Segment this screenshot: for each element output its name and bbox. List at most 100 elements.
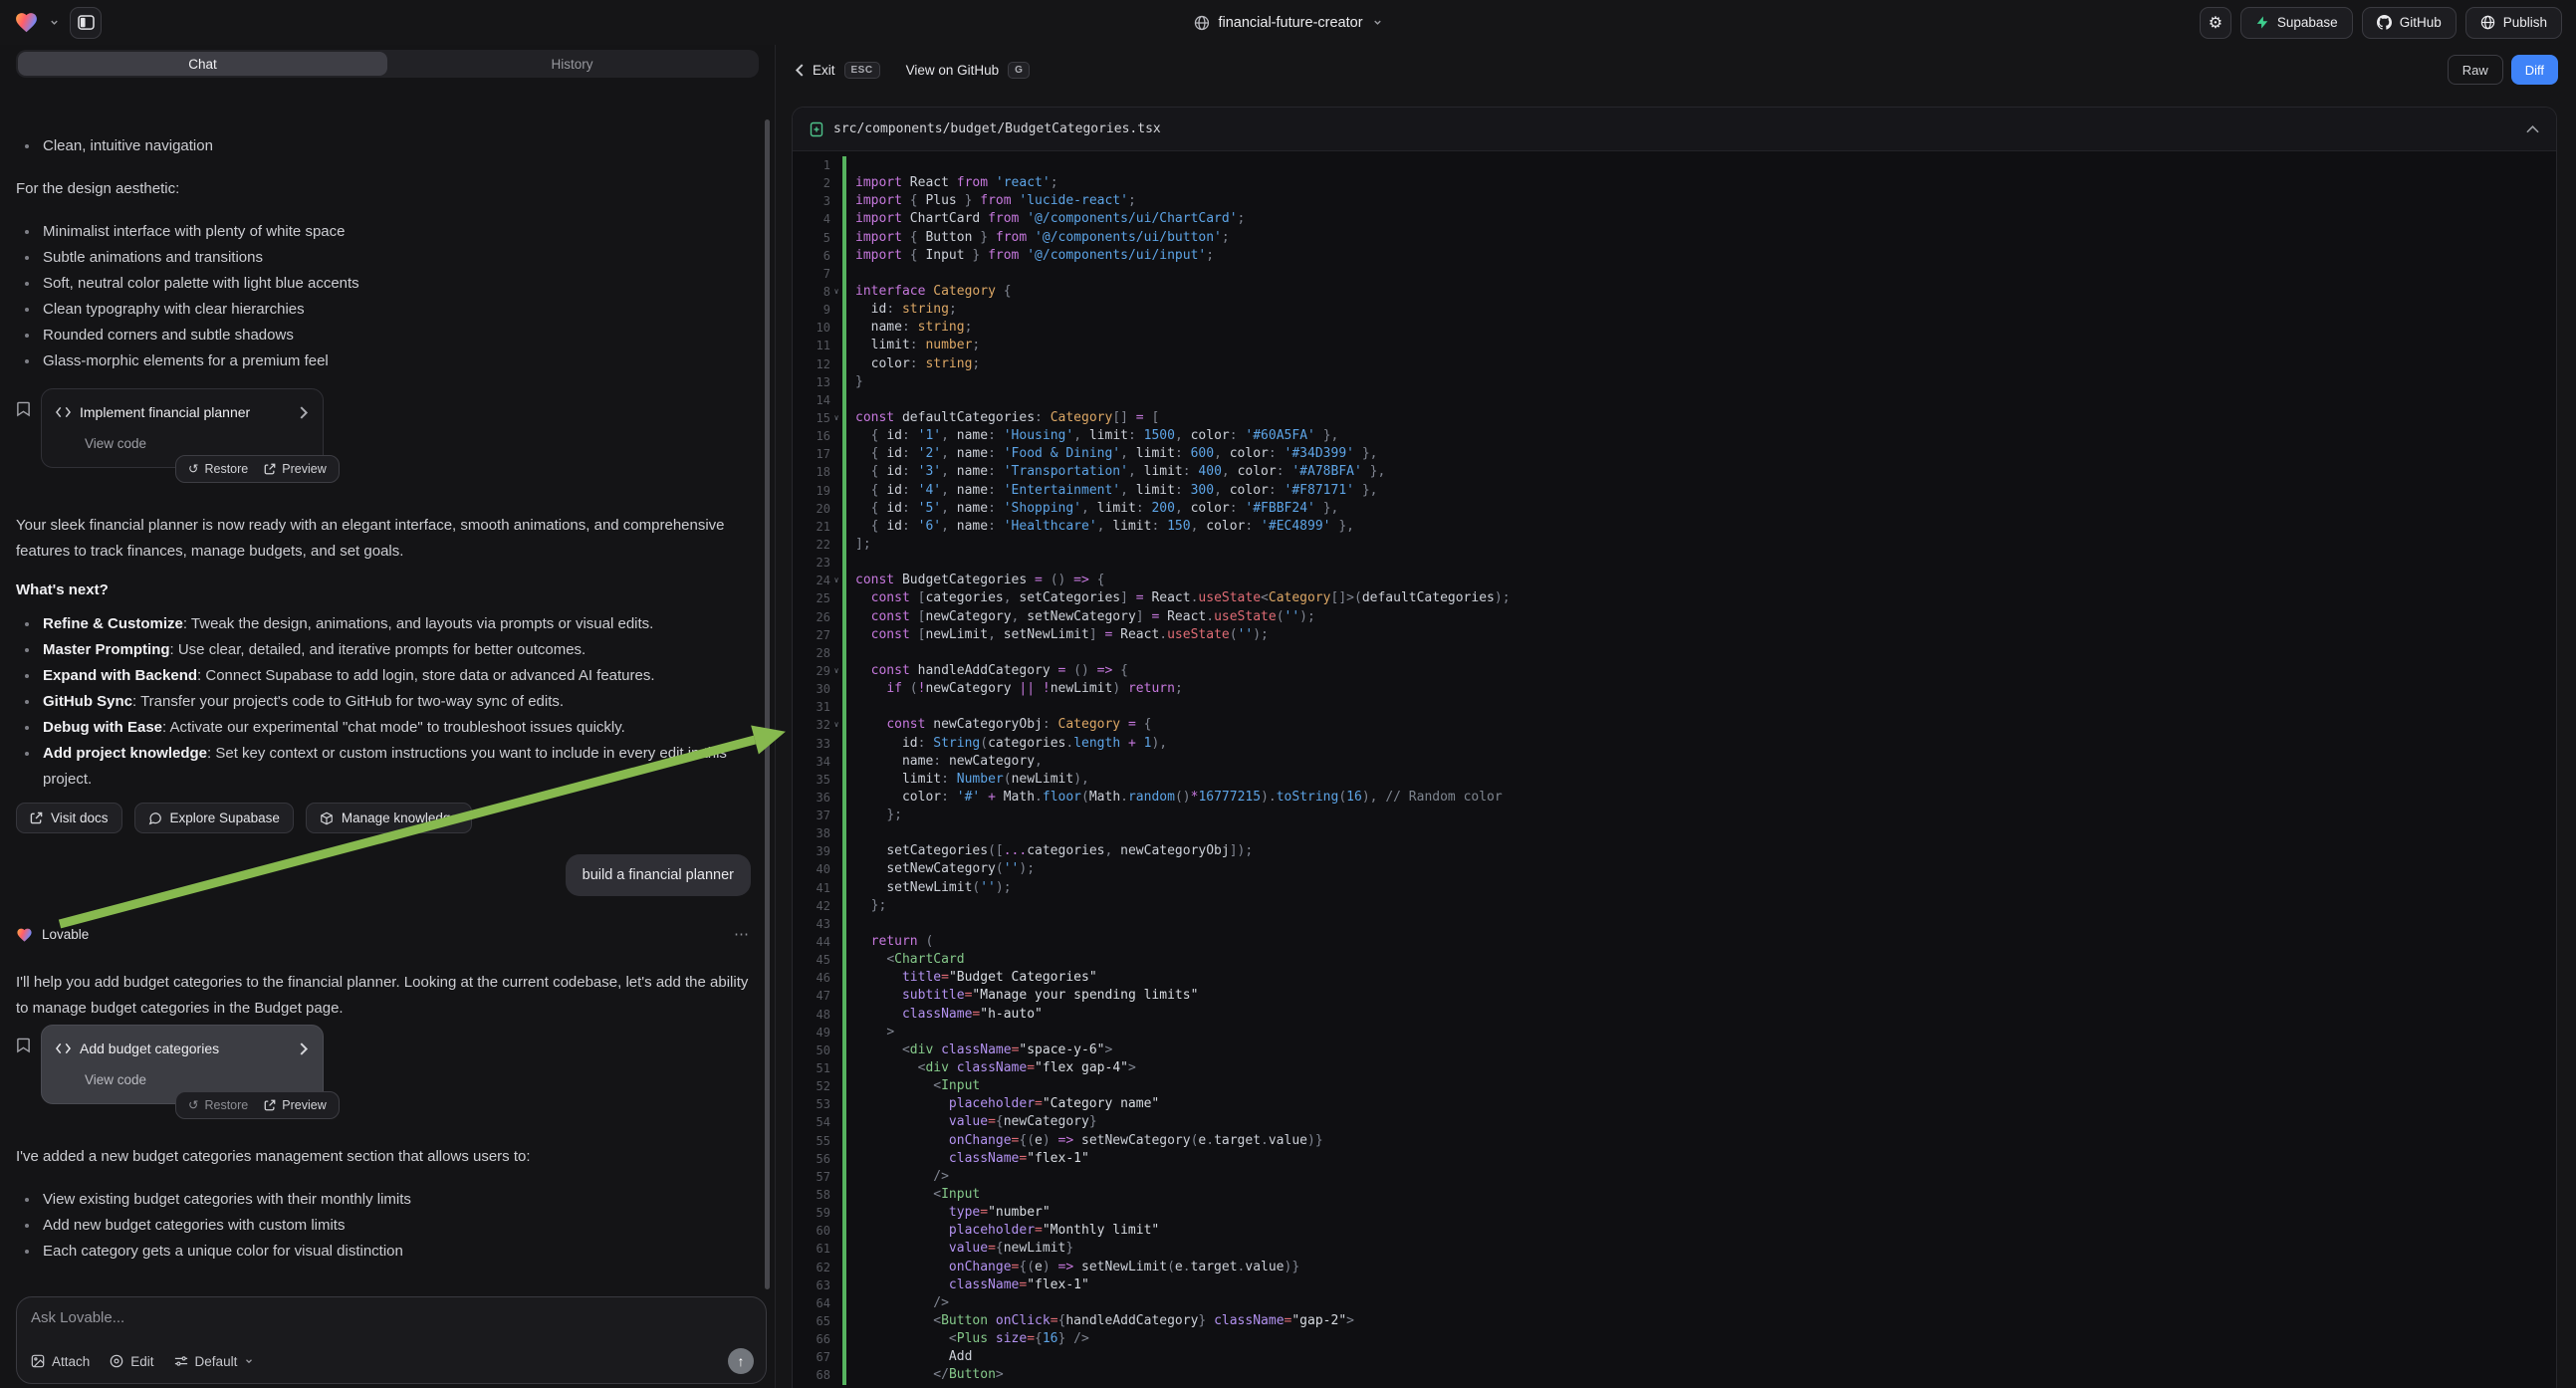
code-view-panel: Exit ESC View on GitHub G Raw Diff src/c… bbox=[777, 45, 2576, 1388]
manage-knowledge-button[interactable]: Manage knowledge bbox=[306, 803, 472, 833]
publish-globe-icon bbox=[2480, 15, 2495, 30]
list-item: Add new budget categories with custom li… bbox=[16, 1213, 751, 1239]
target-icon bbox=[110, 1354, 123, 1368]
list-item: Minimalist interface with plenty of whit… bbox=[16, 219, 751, 245]
code-line: 20 { id: '5', name: 'Shopping', limit: 2… bbox=[793, 500, 2556, 518]
project-chevron-icon bbox=[1372, 17, 1383, 28]
toggle-sidebar-button[interactable] bbox=[70, 7, 102, 39]
publish-button[interactable]: Publish bbox=[2465, 7, 2562, 39]
exit-button[interactable]: Exit ESC bbox=[795, 62, 880, 79]
edit-card-implement-financial-planner[interactable]: Implement financial planner View code ↺ … bbox=[41, 388, 324, 468]
code-line: 31 bbox=[793, 698, 2556, 716]
code-line: 34 name: newCategory, bbox=[793, 753, 2556, 771]
chat-scroll-area[interactable]: Clean, intuitive navigation For the desi… bbox=[0, 122, 775, 1296]
code-line: 1 bbox=[793, 156, 2556, 174]
code-line: 51 <div className="flex gap-4"> bbox=[793, 1059, 2556, 1077]
view-code-link[interactable]: View code bbox=[85, 431, 309, 457]
code-line: 12 color: string; bbox=[793, 355, 2556, 373]
added-summary: I've added a new budget categories manag… bbox=[16, 1144, 751, 1170]
tab-chat[interactable]: Chat bbox=[18, 52, 387, 76]
list-item: Soft, neutral color palette with light b… bbox=[16, 271, 751, 297]
code-line: 32∨ const newCategoryObj: Category = { bbox=[793, 716, 2556, 734]
quick-actions-row: Visit docs Explore Supabase Manage knowl… bbox=[16, 803, 751, 833]
list-item: View existing budget categories with the… bbox=[16, 1187, 751, 1213]
lovable-logo-icon[interactable] bbox=[14, 11, 39, 34]
github-button[interactable]: GitHub bbox=[2362, 7, 2457, 39]
image-icon bbox=[31, 1354, 45, 1368]
code-line: 29∨ const handleAddCategory = () => { bbox=[793, 662, 2556, 680]
explore-supabase-button[interactable]: Explore Supabase bbox=[134, 803, 294, 833]
code-line: 25 const [categories, setCategories] = R… bbox=[793, 589, 2556, 607]
next-step-item: Refine & Customize: Tweak the design, an… bbox=[16, 611, 751, 637]
lovable-app: financial-future-creator ⚙ Supabase GitH… bbox=[0, 0, 2576, 1388]
code-line: 63 className="flex-1" bbox=[793, 1276, 2556, 1294]
code-line: 39 setCategories([...categories, newCate… bbox=[793, 842, 2556, 860]
settings-button[interactable]: ⚙ bbox=[2200, 7, 2231, 39]
code-line: 28 bbox=[793, 644, 2556, 662]
code-line: 6import { Input } from '@/components/ui/… bbox=[793, 247, 2556, 265]
preview-button[interactable]: Preview bbox=[264, 456, 326, 482]
collapse-chevron-up-icon[interactable] bbox=[2526, 124, 2539, 133]
whats-next-heading: What's next? bbox=[16, 578, 751, 603]
preview-button[interactable]: Preview bbox=[264, 1092, 326, 1118]
restore-button[interactable]: ↺ Restore bbox=[188, 1092, 248, 1118]
code-line: 62 onChange={(e) => setNewLimit(e.target… bbox=[793, 1259, 2556, 1276]
supabase-button[interactable]: Supabase bbox=[2240, 7, 2353, 39]
project-globe-icon bbox=[1193, 15, 1209, 31]
whats-next-list: Refine & Customize: Tweak the design, an… bbox=[16, 611, 751, 793]
code-line: 66 <Plus size={16} /> bbox=[793, 1330, 2556, 1348]
workspace-chevron-icon[interactable] bbox=[49, 17, 60, 28]
code-line: 16 { id: '1', name: 'Housing', limit: 15… bbox=[793, 427, 2556, 445]
external-link-icon bbox=[30, 811, 43, 824]
code-line: 30 if (!newCategory || !newLimit) return… bbox=[793, 680, 2556, 698]
send-button[interactable]: ↑ bbox=[728, 1348, 754, 1374]
code-line: 47 subtitle="Manage your spending limits… bbox=[793, 987, 2556, 1005]
view-on-github-button[interactable]: View on GitHub G bbox=[906, 62, 1031, 79]
message-menu-icon[interactable]: ⋯ bbox=[734, 922, 751, 948]
next-step-item: Debug with Ease: Activate our experiment… bbox=[16, 715, 751, 741]
project-switcher[interactable]: financial-future-creator bbox=[1193, 0, 1382, 45]
assistant-intro: I'll help you add budget categories to t… bbox=[16, 970, 751, 1022]
user-message: build a financial planner bbox=[566, 854, 751, 896]
chat-input[interactable]: Ask Lovable... bbox=[31, 1309, 752, 1326]
bookmark-icon[interactable] bbox=[16, 1037, 31, 1053]
diff-toggle-button[interactable]: Diff bbox=[2511, 55, 2558, 85]
code-line: 46 title="Budget Categories" bbox=[793, 969, 2556, 987]
code-line: 33 id: String(categories.length + 1), bbox=[793, 735, 2556, 753]
code-line: 11 limit: number; bbox=[793, 337, 2556, 354]
tab-history[interactable]: History bbox=[387, 52, 757, 76]
chevron-left-icon bbox=[795, 64, 804, 77]
code-line: 5import { Button } from '@/components/ui… bbox=[793, 229, 2556, 247]
code-line: 49 > bbox=[793, 1024, 2556, 1041]
bookmark-icon[interactable] bbox=[16, 400, 31, 417]
code-line: 21 { id: '6', name: 'Healthcare', limit:… bbox=[793, 518, 2556, 536]
raw-toggle-button[interactable]: Raw bbox=[2448, 55, 2503, 85]
code-line: 42 }; bbox=[793, 897, 2556, 915]
chat-scrollbar[interactable] bbox=[765, 119, 770, 1289]
edit-card-add-budget-categories[interactable]: Add budget categories View code ↺ Restor… bbox=[41, 1025, 324, 1104]
code-icon bbox=[56, 1042, 71, 1054]
visit-docs-button[interactable]: Visit docs bbox=[16, 803, 122, 833]
attach-button[interactable]: Attach bbox=[31, 1354, 90, 1369]
top-bar: financial-future-creator ⚙ Supabase GitH… bbox=[0, 0, 2576, 45]
file-header[interactable]: src/components/budget/BudgetCategories.t… bbox=[793, 108, 2556, 151]
list-item: Each category gets a unique color for vi… bbox=[16, 1239, 751, 1265]
chat-panel: Chat History Clean, intuitive navigation… bbox=[0, 45, 776, 1388]
view-code-link[interactable]: View code bbox=[85, 1067, 309, 1093]
edit-mode-button[interactable]: Edit bbox=[110, 1354, 153, 1369]
edit-card-title: Implement financial planner bbox=[80, 399, 291, 425]
code-line: 36 color: '#' + Math.floor(Math.random()… bbox=[793, 789, 2556, 807]
assistant-summary: Your sleek financial planner is now read… bbox=[16, 513, 751, 565]
package-icon bbox=[320, 811, 334, 825]
model-selector[interactable]: Default bbox=[174, 1354, 255, 1369]
next-step-item: GitHub Sync: Transfer your project's cod… bbox=[16, 689, 751, 715]
restore-button[interactable]: ↺ Restore bbox=[188, 456, 248, 482]
code-line: 59 type="number" bbox=[793, 1204, 2556, 1222]
code-line: 44 return ( bbox=[793, 933, 2556, 951]
next-step-item: Expand with Backend: Connect Supabase to… bbox=[16, 663, 751, 689]
card-hover-actions: ↺ Restore Preview bbox=[175, 455, 340, 483]
code-line: 58 <Input bbox=[793, 1186, 2556, 1204]
restore-icon: ↺ bbox=[188, 456, 198, 482]
file-diff-card: src/components/budget/BudgetCategories.t… bbox=[792, 107, 2557, 1388]
code-line: 53 placeholder="Category name" bbox=[793, 1095, 2556, 1113]
